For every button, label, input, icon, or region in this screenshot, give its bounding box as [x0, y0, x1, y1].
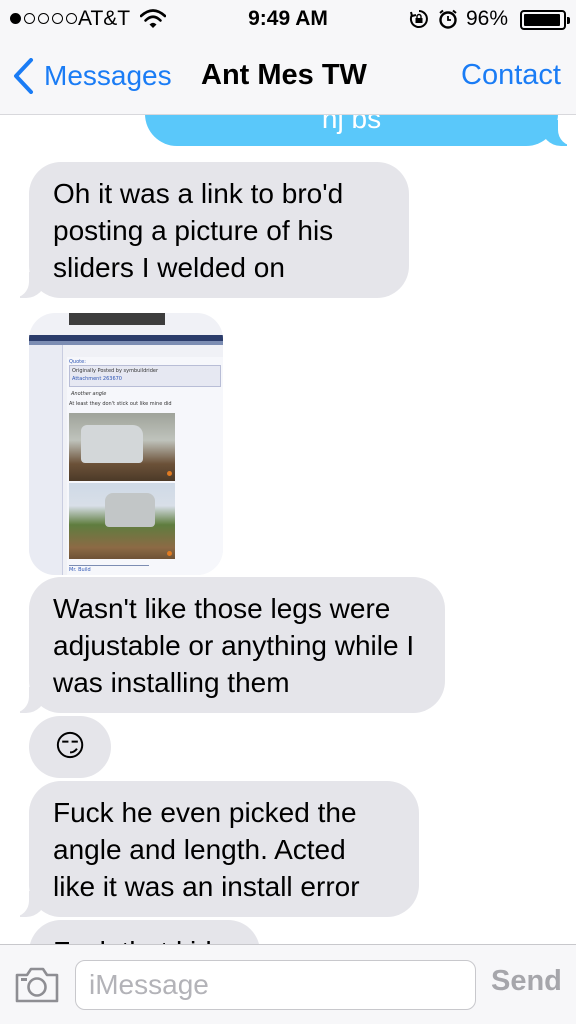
message-bubble-incoming[interactable]: Fuck he even picked the angle and length…	[7, 781, 419, 917]
send-button[interactable]: Send	[491, 965, 562, 998]
message-text: Fuck he even picked the angle and length…	[53, 797, 360, 902]
message-composer: Send	[0, 944, 576, 1024]
message-text: Wasn't like those legs were adjustable o…	[53, 593, 415, 698]
forum-quote-author: Originally Posted by symbuildrider	[72, 368, 159, 374]
conversation[interactable]: hj bs Oh it was a link to bro'd posting …	[0, 0, 576, 1024]
rotation-lock-icon	[409, 10, 428, 28]
forum-user-column	[29, 345, 63, 575]
status-bar: AT&T 9:49 AM 96%	[0, 0, 576, 40]
back-button[interactable]: Messages	[12, 58, 172, 94]
smirk-emoji-icon: 😏	[54, 730, 86, 763]
forum-divider	[69, 565, 149, 566]
camera-icon[interactable]	[14, 967, 60, 1003]
photo-badge	[167, 471, 172, 476]
forum-signature: Mr. Build	[69, 567, 91, 573]
message-input[interactable]	[76, 961, 475, 1009]
forum-reply-text: At least they don't stick out like mine …	[69, 401, 172, 407]
chevron-left-icon	[14, 58, 33, 94]
truck-shape	[81, 425, 143, 463]
alarm-icon	[439, 9, 457, 29]
photo-badge	[167, 551, 172, 556]
truck-shape	[105, 493, 155, 527]
message-bubble-incoming[interactable]: Oh it was a link to bro'd posting a pict…	[7, 162, 409, 298]
message-bubble-incoming-emoji[interactable]: 😏	[29, 716, 111, 778]
forum-attachment-link: Attachment 263670	[72, 376, 122, 382]
message-text: Oh it was a link to bro'd posting a pict…	[53, 178, 344, 283]
message-bubble-incoming[interactable]: Wasn't like those legs were adjustable o…	[7, 577, 445, 713]
conversation-title: Ant Mes TW	[201, 59, 367, 91]
navigation-bar: Messages Ant Mes TW Contact	[0, 40, 576, 115]
image-attachment[interactable]: Quote: Originally Posted by symbuildride…	[29, 313, 223, 575]
top-bar: AT&T 9:49 AM 96% Messages Ant Mes TW Con…	[0, 0, 576, 115]
forum-quote-body: Another angle	[71, 391, 107, 397]
battery-percentage: 96%	[466, 7, 509, 30]
contact-button[interactable]: Contact	[461, 59, 561, 92]
battery-icon	[520, 10, 570, 30]
message-input-field[interactable]	[75, 960, 476, 1010]
forum-photo-strip	[69, 313, 165, 325]
back-button-label: Messages	[44, 60, 172, 91]
